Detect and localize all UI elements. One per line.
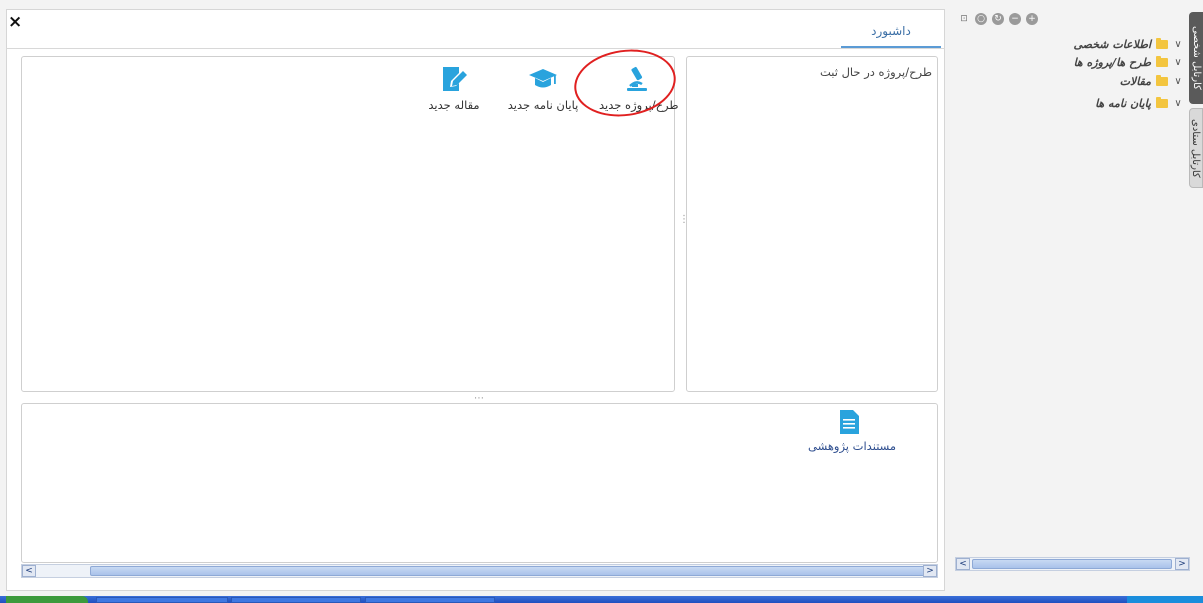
tree-item-theses[interactable]: ∨ پایان نامه ها xyxy=(1095,94,1183,112)
sidebar-horizontal-scrollbar[interactable]: < > xyxy=(955,557,1190,571)
chevron-down-icon[interactable]: ∨ xyxy=(1173,76,1183,87)
circle-icon[interactable]: ○ xyxy=(975,13,987,25)
graduation-cap-icon xyxy=(529,69,557,88)
chevron-down-icon[interactable]: ∨ xyxy=(1173,39,1183,50)
close-button[interactable]: × xyxy=(8,14,22,31)
tab-personal-cartable[interactable]: کارتابل شخصی xyxy=(1189,12,1203,104)
folder-icon xyxy=(1156,96,1168,108)
research-docs-label: مستندات پژوهشی xyxy=(808,439,897,453)
tree-item-label: طرح ها/پروژه ها xyxy=(1073,55,1151,69)
scroll-left-button[interactable]: < xyxy=(22,565,36,577)
scroll-right-button[interactable]: > xyxy=(923,565,937,577)
plus-icon[interactable]: + xyxy=(1026,13,1038,25)
tree-item-label: مقالات xyxy=(1119,74,1151,88)
scroll-right-button[interactable]: > xyxy=(1175,558,1189,570)
new-thesis-button[interactable]: پایان نامه جدید xyxy=(505,64,581,112)
tree-item-label: پایان نامه ها xyxy=(1095,96,1151,110)
taskbar-window[interactable] xyxy=(231,597,361,603)
refresh-icon[interactable]: ↻ xyxy=(992,13,1004,25)
start-button[interactable] xyxy=(6,596,88,603)
system-tray xyxy=(1127,596,1203,603)
tree-item-personal-info[interactable]: ∨ اطلاعات شخصی xyxy=(1074,35,1184,53)
tab-bar xyxy=(6,9,945,49)
chevron-down-icon[interactable]: ∨ xyxy=(1173,57,1183,68)
minus-icon[interactable]: − xyxy=(1009,13,1021,25)
research-docs-panel xyxy=(21,403,938,563)
taskbar-window[interactable] xyxy=(365,597,495,603)
edit-document-icon xyxy=(443,67,467,91)
research-docs-button[interactable]: مستندات پژوهشی xyxy=(808,409,897,453)
scroll-thumb[interactable] xyxy=(90,566,925,576)
unlock-icon[interactable]: ⊡ xyxy=(958,13,970,25)
vertical-splitter[interactable]: ⋮ xyxy=(679,215,689,225)
folder-icon xyxy=(1156,74,1168,86)
folder-icon xyxy=(1156,55,1168,67)
scroll-thumb[interactable] xyxy=(972,559,1172,569)
tree-item-label: اطلاعات شخصی xyxy=(1073,37,1152,51)
taskbar-window[interactable] xyxy=(96,597,228,603)
chevron-down-icon[interactable]: ∨ xyxy=(1173,98,1183,109)
document-icon xyxy=(840,410,859,434)
new-thesis-label: پایان نامه جدید xyxy=(507,98,579,112)
tab-staff-cartable[interactable]: کارتابل ستادی xyxy=(1189,108,1203,188)
new-article-label: مقاله جدید xyxy=(428,98,480,112)
tree-item-articles[interactable]: ∨ مقالات xyxy=(1120,72,1183,90)
scroll-left-button[interactable]: < xyxy=(956,558,970,570)
tab-dashboard[interactable]: داشبورد xyxy=(841,14,941,48)
sidebar-toolbar: ⊡ ○ ↻ − + xyxy=(958,13,1058,27)
tree-item-projects[interactable]: ∨ طرح ها/پروژه ها xyxy=(1074,53,1183,71)
pending-projects-panel xyxy=(686,56,938,392)
new-article-button[interactable]: مقاله جدید xyxy=(416,64,492,112)
main-horizontal-scrollbar[interactable]: < > xyxy=(21,564,938,578)
folder-icon xyxy=(1156,37,1168,49)
pending-projects-title: طرح/پروژه در حال ثبت xyxy=(819,65,932,79)
